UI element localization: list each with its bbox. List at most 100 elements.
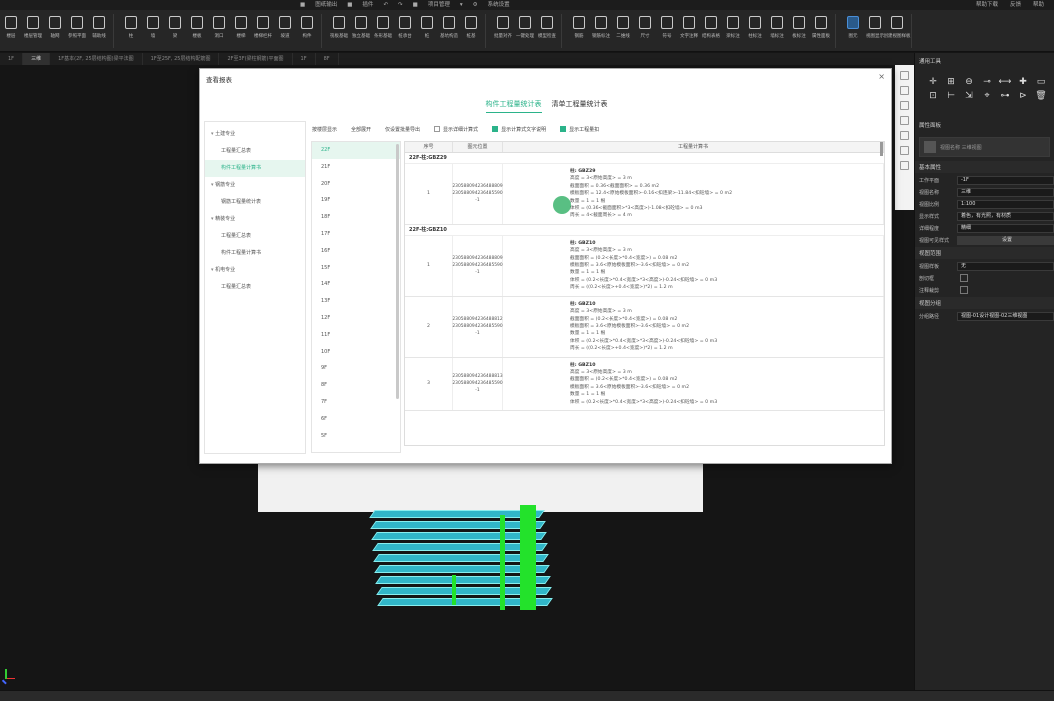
- title-menu-item[interactable]: ▾: [460, 0, 463, 10]
- settings-icon[interactable]: [900, 161, 909, 170]
- property-value[interactable]: 精细: [957, 223, 1054, 233]
- tree-item[interactable]: 精装专业: [205, 211, 305, 228]
- tool-icon[interactable]: ⊞: [943, 77, 959, 87]
- floor-item[interactable]: 16F: [312, 243, 400, 260]
- ribbon-button[interactable]: 板标注: [788, 12, 810, 50]
- ribbon-button[interactable]: 独立基础: [350, 12, 372, 50]
- doc-tab[interactable]: 1F至25F, 25层结构配筋图: [143, 53, 220, 65]
- table-group-header[interactable]: 22F-柱:GBZ29: [405, 153, 884, 164]
- property-value[interactable]: 三维: [957, 187, 1054, 197]
- tool-icon[interactable]: ⊖: [961, 77, 977, 87]
- ribbon-button[interactable]: 梁标注: [722, 12, 744, 50]
- ribbon-button[interactable]: 柱: [120, 12, 142, 50]
- checkbox-icon[interactable]: [960, 285, 968, 294]
- table-row[interactable]: 1 230588094236488809 230588094236485590 -1 柱…: [405, 235, 884, 297]
- floor-item[interactable]: 20F: [312, 176, 400, 193]
- close-icon[interactable]: ×: [878, 72, 885, 81]
- ribbon-button[interactable]: 尺寸: [634, 12, 656, 50]
- ribbon-button[interactable]: 构件: [296, 12, 318, 50]
- ribbon-button[interactable]: 墙: [142, 12, 164, 50]
- title-menu-item[interactable]: 图纸输出: [315, 0, 337, 10]
- table-scrollbar[interactable]: [880, 142, 883, 156]
- tree-item[interactable]: 工程量汇总表: [205, 143, 305, 160]
- ribbon-button[interactable]: 楼层: [0, 12, 22, 50]
- floor-item[interactable]: 6F: [312, 411, 400, 428]
- view-preview[interactable]: 视图名称 三维视图: [919, 137, 1050, 157]
- doc-tab[interactable]: 1F: [0, 53, 24, 65]
- ribbon-button[interactable]: 桩: [416, 12, 438, 50]
- ribbon-button[interactable]: 洞口: [208, 12, 230, 50]
- title-menu-item[interactable]: 项目管理: [428, 0, 450, 10]
- title-menu-item[interactable]: 插件: [362, 0, 373, 10]
- title-right-item[interactable]: 帮助: [1033, 0, 1044, 10]
- floor-item[interactable]: 15F: [312, 260, 400, 277]
- floor-item[interactable]: 17F: [312, 226, 400, 243]
- ribbon-button[interactable]: 楼梯栏杆: [252, 12, 274, 50]
- tree-item[interactable]: 钢筋专业: [205, 177, 305, 194]
- floor-item[interactable]: 5F: [312, 428, 400, 445]
- floor-item[interactable]: 10F: [312, 344, 400, 361]
- tool-icon[interactable]: ✚: [1015, 77, 1031, 87]
- ribbon-button[interactable]: 基坑构造: [438, 12, 460, 50]
- tool-icon[interactable]: ⇲: [961, 91, 977, 101]
- title-menu-item[interactable]: ■: [413, 0, 418, 10]
- tool-icon[interactable]: ⊢: [943, 91, 959, 101]
- floor-item[interactable]: 8F: [312, 377, 400, 394]
- show-detail-checkbox[interactable]: 显示详细计算式: [434, 126, 478, 133]
- ribbon-button[interactable]: 批量对齐: [492, 12, 514, 50]
- property-value[interactable]: 无: [957, 261, 1054, 271]
- section-split[interactable]: 视图分组: [915, 297, 1054, 309]
- table-group-header[interactable]: 22F-柱:GBZ10: [405, 225, 884, 236]
- ribbon-button[interactable]: 梁: [164, 12, 186, 50]
- show-qty-unit-checkbox[interactable]: 显示工程量扣: [560, 126, 599, 133]
- tool-icon[interactable]: ⟷: [997, 77, 1013, 87]
- ribbon-button[interactable]: 钢筋: [568, 12, 590, 50]
- grid-icon[interactable]: [900, 101, 909, 110]
- title-menu-item[interactable]: ■: [347, 0, 352, 10]
- tree-item[interactable]: 工程量汇总表: [205, 228, 305, 245]
- floor-item[interactable]: 11F: [312, 327, 400, 344]
- ribbon-button[interactable]: 钢筋标注: [590, 12, 612, 50]
- ribbon-button[interactable]: 条形基础: [372, 12, 394, 50]
- tool-icon[interactable]: ⊡: [925, 91, 941, 101]
- ribbon-button[interactable]: 文字注释: [678, 12, 700, 50]
- floor-item[interactable]: 19F: [312, 192, 400, 209]
- layer-display-button[interactable]: 按楼层显示: [312, 126, 337, 133]
- property-value[interactable]: 1:100: [957, 199, 1054, 209]
- ribbon-button[interactable]: 柱标注: [744, 12, 766, 50]
- floor-item[interactable]: 22F: [312, 142, 400, 159]
- ribbon-button[interactable]: 参照平面: [66, 12, 88, 50]
- tool-icon[interactable]: ▭: [1033, 77, 1049, 87]
- ribbon-button[interactable]: 坡道: [274, 12, 296, 50]
- search-icon[interactable]: [900, 131, 909, 140]
- floor-item[interactable]: 9F: [312, 360, 400, 377]
- floor-item[interactable]: 7F: [312, 394, 400, 411]
- ribbon-button[interactable]: 属性面板: [810, 12, 832, 50]
- tool-icon[interactable]: 🗑: [1033, 91, 1049, 101]
- doc-tab[interactable]: 8F: [316, 53, 339, 65]
- show-formula-text-checkbox[interactable]: 显示计算式文字说明: [492, 126, 546, 133]
- ribbon-button[interactable]: 辅助线: [88, 12, 110, 50]
- doc-tab[interactable]: 1F基本(2F, 25层结构图)梁平法图: [50, 53, 143, 65]
- ribbon-button[interactable]: 结构表格: [700, 12, 722, 50]
- floor-item[interactable]: 21F: [312, 159, 400, 176]
- ribbon-button[interactable]: 一键处理: [514, 12, 536, 50]
- floor-item[interactable]: 14F: [312, 276, 400, 293]
- doc-tab[interactable]: 1F: [293, 53, 316, 65]
- tree-item[interactable]: 构件工程量计算书: [205, 245, 305, 262]
- ribbon-button[interactable]: 筏板基础: [328, 12, 350, 50]
- ribbon-button[interactable]: 轴网: [44, 12, 66, 50]
- ribbon-button[interactable]: 楼板: [186, 12, 208, 50]
- title-menu-item[interactable]: ■: [300, 0, 305, 10]
- ribbon-button[interactable]: 视图显示: [864, 12, 886, 50]
- ribbon-button[interactable]: 图元: [842, 12, 864, 50]
- property-value[interactable]: 着色，有光照，有材质: [957, 211, 1054, 221]
- property-value[interactable]: 设置: [957, 235, 1054, 245]
- tool-icon[interactable]: ⊶: [997, 91, 1013, 101]
- panel-icon[interactable]: [900, 71, 909, 80]
- tool-icon[interactable]: ⊸: [979, 77, 995, 87]
- ribbon-button[interactable]: 楼梯: [230, 12, 252, 50]
- title-right-item[interactable]: 帮助下载: [976, 0, 998, 10]
- floor-scrollbar[interactable]: [396, 144, 399, 399]
- ribbon-button[interactable]: 符号: [656, 12, 678, 50]
